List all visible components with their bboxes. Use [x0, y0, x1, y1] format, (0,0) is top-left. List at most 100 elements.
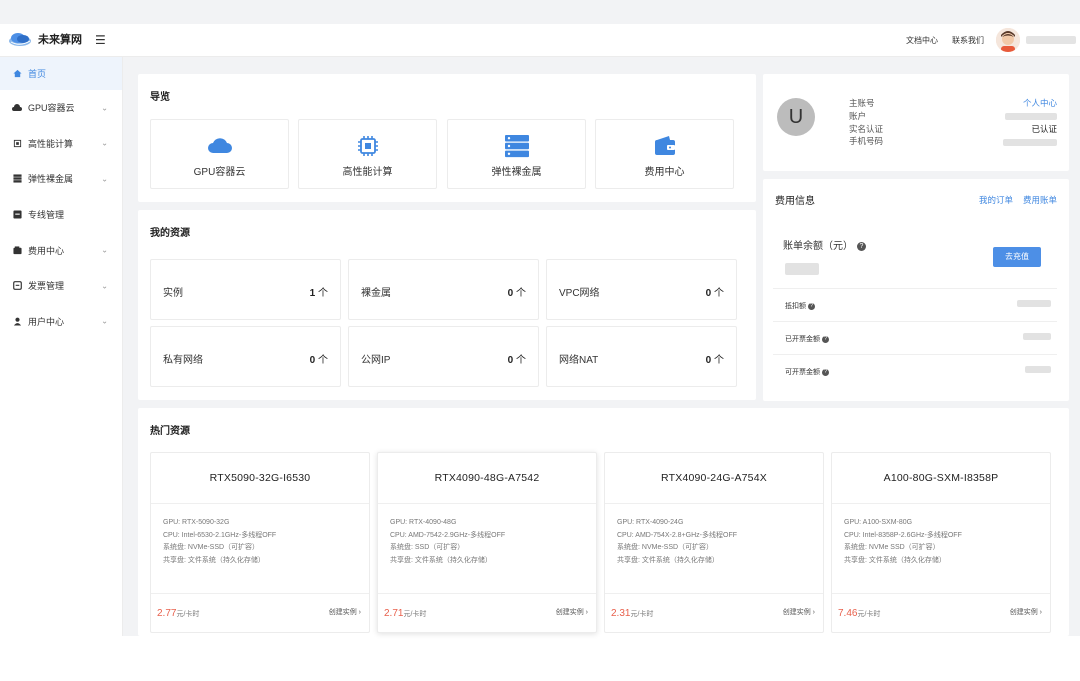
overview-card-hpc[interactable]: 高性能计算: [298, 119, 437, 189]
billing-statement-link[interactable]: 费用账单: [1023, 194, 1057, 206]
chevron-down-icon: ⌄: [101, 281, 108, 291]
verification-status: 已认证: [1031, 123, 1057, 134]
hot-card-rtx4090-48g[interactable]: RTX4090-48G-A7542 GPU: RTX-4090-48G CPU:…: [377, 452, 597, 633]
resource-card-instance[interactable]: 实例 1 个: [150, 259, 341, 320]
overview-card-label: 弹性裸金属: [491, 167, 542, 178]
fee-title: 费用信息: [775, 196, 815, 207]
sidebar-item-billing[interactable]: 费用中心 ⌄: [0, 232, 122, 268]
resource-count: 0 个: [309, 355, 328, 366]
resource-label: 实例: [163, 288, 183, 299]
chevron-down-icon: ⌄: [101, 245, 108, 255]
resource-card-private-network[interactable]: 私有网络 0 个: [150, 326, 341, 387]
overview-card-label: GPU容器云: [193, 167, 246, 178]
phone-redacted: [1003, 138, 1057, 146]
hot-card-price: 2.77元/卡时: [157, 608, 200, 619]
account-labels: 主账号 账户 实名认证 手机号码: [849, 97, 883, 148]
resource-count: 0 个: [705, 288, 724, 299]
hot-card-specs: GPU: RTX-5090-32G CPU: Intel-6530-2.1GHz…: [163, 519, 277, 564]
hot-resources-panel: 热门资源 RTX5090-32G-I6530 GPU: RTX-5090-32G…: [138, 408, 1069, 636]
fee-row-deduction: 抵扣额?: [773, 288, 1057, 319]
fee-row-value-redacted: [1023, 333, 1051, 340]
cloud-icon: [12, 103, 22, 113]
fee-row-label-wrap: 已开票金额?: [785, 335, 829, 343]
sidebar-item-user-center[interactable]: 用户中心 ⌄: [0, 304, 122, 340]
server-icon: [504, 135, 529, 158]
fee-row-label-wrap: 抵扣额?: [785, 302, 815, 310]
server-icon: [12, 174, 22, 184]
sidebar-item-gpu-cloud[interactable]: GPU容器云 ⌄: [0, 90, 122, 126]
fee-row-value-redacted: [1017, 300, 1051, 307]
avatar-face-icon: [996, 28, 1020, 52]
help-icon[interactable]: ?: [822, 368, 829, 376]
help-icon[interactable]: ?: [857, 241, 866, 251]
line-icon: [12, 210, 22, 220]
hot-title: 热门资源: [150, 426, 190, 437]
create-instance-link[interactable]: 创建实例 ›: [783, 607, 815, 617]
resources-title: 我的资源: [150, 228, 190, 239]
invoice-icon: [12, 281, 22, 291]
resource-card-bare-metal[interactable]: 裸金属 0 个: [348, 259, 539, 320]
sidebar-item-home[interactable]: 首页: [0, 57, 122, 90]
fee-row-label-wrap: 可开票金额?: [785, 368, 829, 376]
account-values: 个人中心 已认证: [1003, 97, 1057, 148]
account-label: 主账号: [849, 98, 875, 108]
account-label: 手机号码: [849, 136, 884, 147]
account-avatar: U: [777, 98, 815, 136]
hot-card-a100[interactable]: A100-80G-SXM-I8358P GPU: A100-SXM-80G CP…: [831, 452, 1051, 633]
top-links: 文档中心 联系我们: [906, 35, 984, 46]
sidebar-item-bare-metal[interactable]: 弹性裸金属 ⌄: [0, 161, 122, 197]
resource-card-nat[interactable]: 网络NAT 0 个: [546, 326, 737, 387]
sidebar-item-label: 用户中心: [28, 316, 65, 327]
overview-card-bare-metal[interactable]: 弹性裸金属: [447, 119, 586, 189]
user-avatar[interactable]: [996, 28, 1020, 52]
overview-card-label: 费用中心: [644, 167, 685, 178]
hot-card-specs: GPU: A100-SXM-80G CPU: Intel-8358P-2.6GH…: [844, 519, 962, 564]
balance-value-redacted: [785, 260, 819, 278]
sidebar-item-label: 费用中心: [28, 245, 65, 256]
balance-label-wrap: 账单余额（元）?: [783, 237, 866, 252]
overview-card-billing[interactable]: 费用中心: [595, 119, 734, 189]
contact-link[interactable]: 联系我们: [952, 35, 984, 46]
wallet-icon: [654, 136, 675, 155]
my-orders-link[interactable]: 我的订单: [979, 194, 1013, 206]
resource-label: 私有网络: [163, 355, 203, 366]
resource-card-vpc[interactable]: VPC网络 0 个: [546, 259, 737, 320]
cloud-logo-icon: [9, 33, 31, 46]
sidebar-item-hpc[interactable]: 高性能计算 ⌄: [0, 126, 122, 162]
help-icon[interactable]: ?: [808, 302, 815, 310]
fee-row-invoiceable: 可开票金额?: [773, 354, 1057, 385]
hot-card-rtx4090-24g[interactable]: RTX4090-24G-A754X GPU: RTX-4090-24G CPU:…: [604, 452, 824, 633]
sidebar-item-label: 高性能计算: [28, 138, 74, 149]
resource-card-public-ip[interactable]: 公网IP 0 个: [348, 326, 539, 387]
hot-card-rtx5090[interactable]: RTX5090-32G-I6530 GPU: RTX-5090-32G CPU:…: [150, 452, 370, 633]
sidebar-item-dedicated-line[interactable]: 专线管理: [0, 197, 122, 233]
brand-logo[interactable]: 未来算网: [8, 30, 82, 48]
resource-count: 0 个: [507, 288, 526, 299]
account-id-redacted: [1005, 113, 1057, 121]
personal-center-link[interactable]: 个人中心: [1023, 98, 1057, 108]
wallet-icon: [12, 245, 22, 255]
user-name-redacted[interactable]: [1026, 36, 1076, 44]
recharge-button[interactable]: 去充值: [993, 247, 1041, 267]
chip-icon: [357, 136, 378, 156]
menu-toggle-icon[interactable]: ☰: [95, 33, 106, 47]
sidebar-item-invoice[interactable]: 发票管理 ⌄: [0, 268, 122, 304]
hot-card-price: 7.46元/卡时: [838, 608, 881, 619]
help-icon[interactable]: ?: [822, 335, 829, 343]
fee-row-value-redacted: [1025, 366, 1051, 373]
docs-link[interactable]: 文档中心: [906, 35, 938, 46]
chevron-down-icon: ⌄: [101, 138, 108, 148]
fee-links: 我的订单 费用账单: [979, 194, 1057, 206]
create-instance-link[interactable]: 创建实例 ›: [329, 607, 361, 617]
sidebar-item-label: 弹性裸金属: [28, 174, 74, 185]
create-instance-link[interactable]: 创建实例 ›: [556, 607, 588, 617]
resource-label: 公网IP: [361, 355, 391, 366]
home-icon: [12, 69, 22, 79]
resource-label: 裸金属: [361, 288, 391, 299]
overview-panel: 导览 GPU容器云 高性能计算 弹性裸金属 费用中心: [138, 74, 756, 202]
create-instance-link[interactable]: 创建实例 ›: [1010, 607, 1042, 617]
overview-card-gpu-cloud[interactable]: GPU容器云: [150, 119, 289, 189]
hot-card-specs: GPU: RTX-4090-48G CPU: AMD-7542-2.9GHz-多…: [390, 519, 506, 564]
sidebar-item-label: 首页: [28, 69, 47, 79]
fee-panel: 费用信息 我的订单 费用账单 账单余额（元）? 去充值 抵扣额? 已开票金额? …: [763, 179, 1069, 401]
